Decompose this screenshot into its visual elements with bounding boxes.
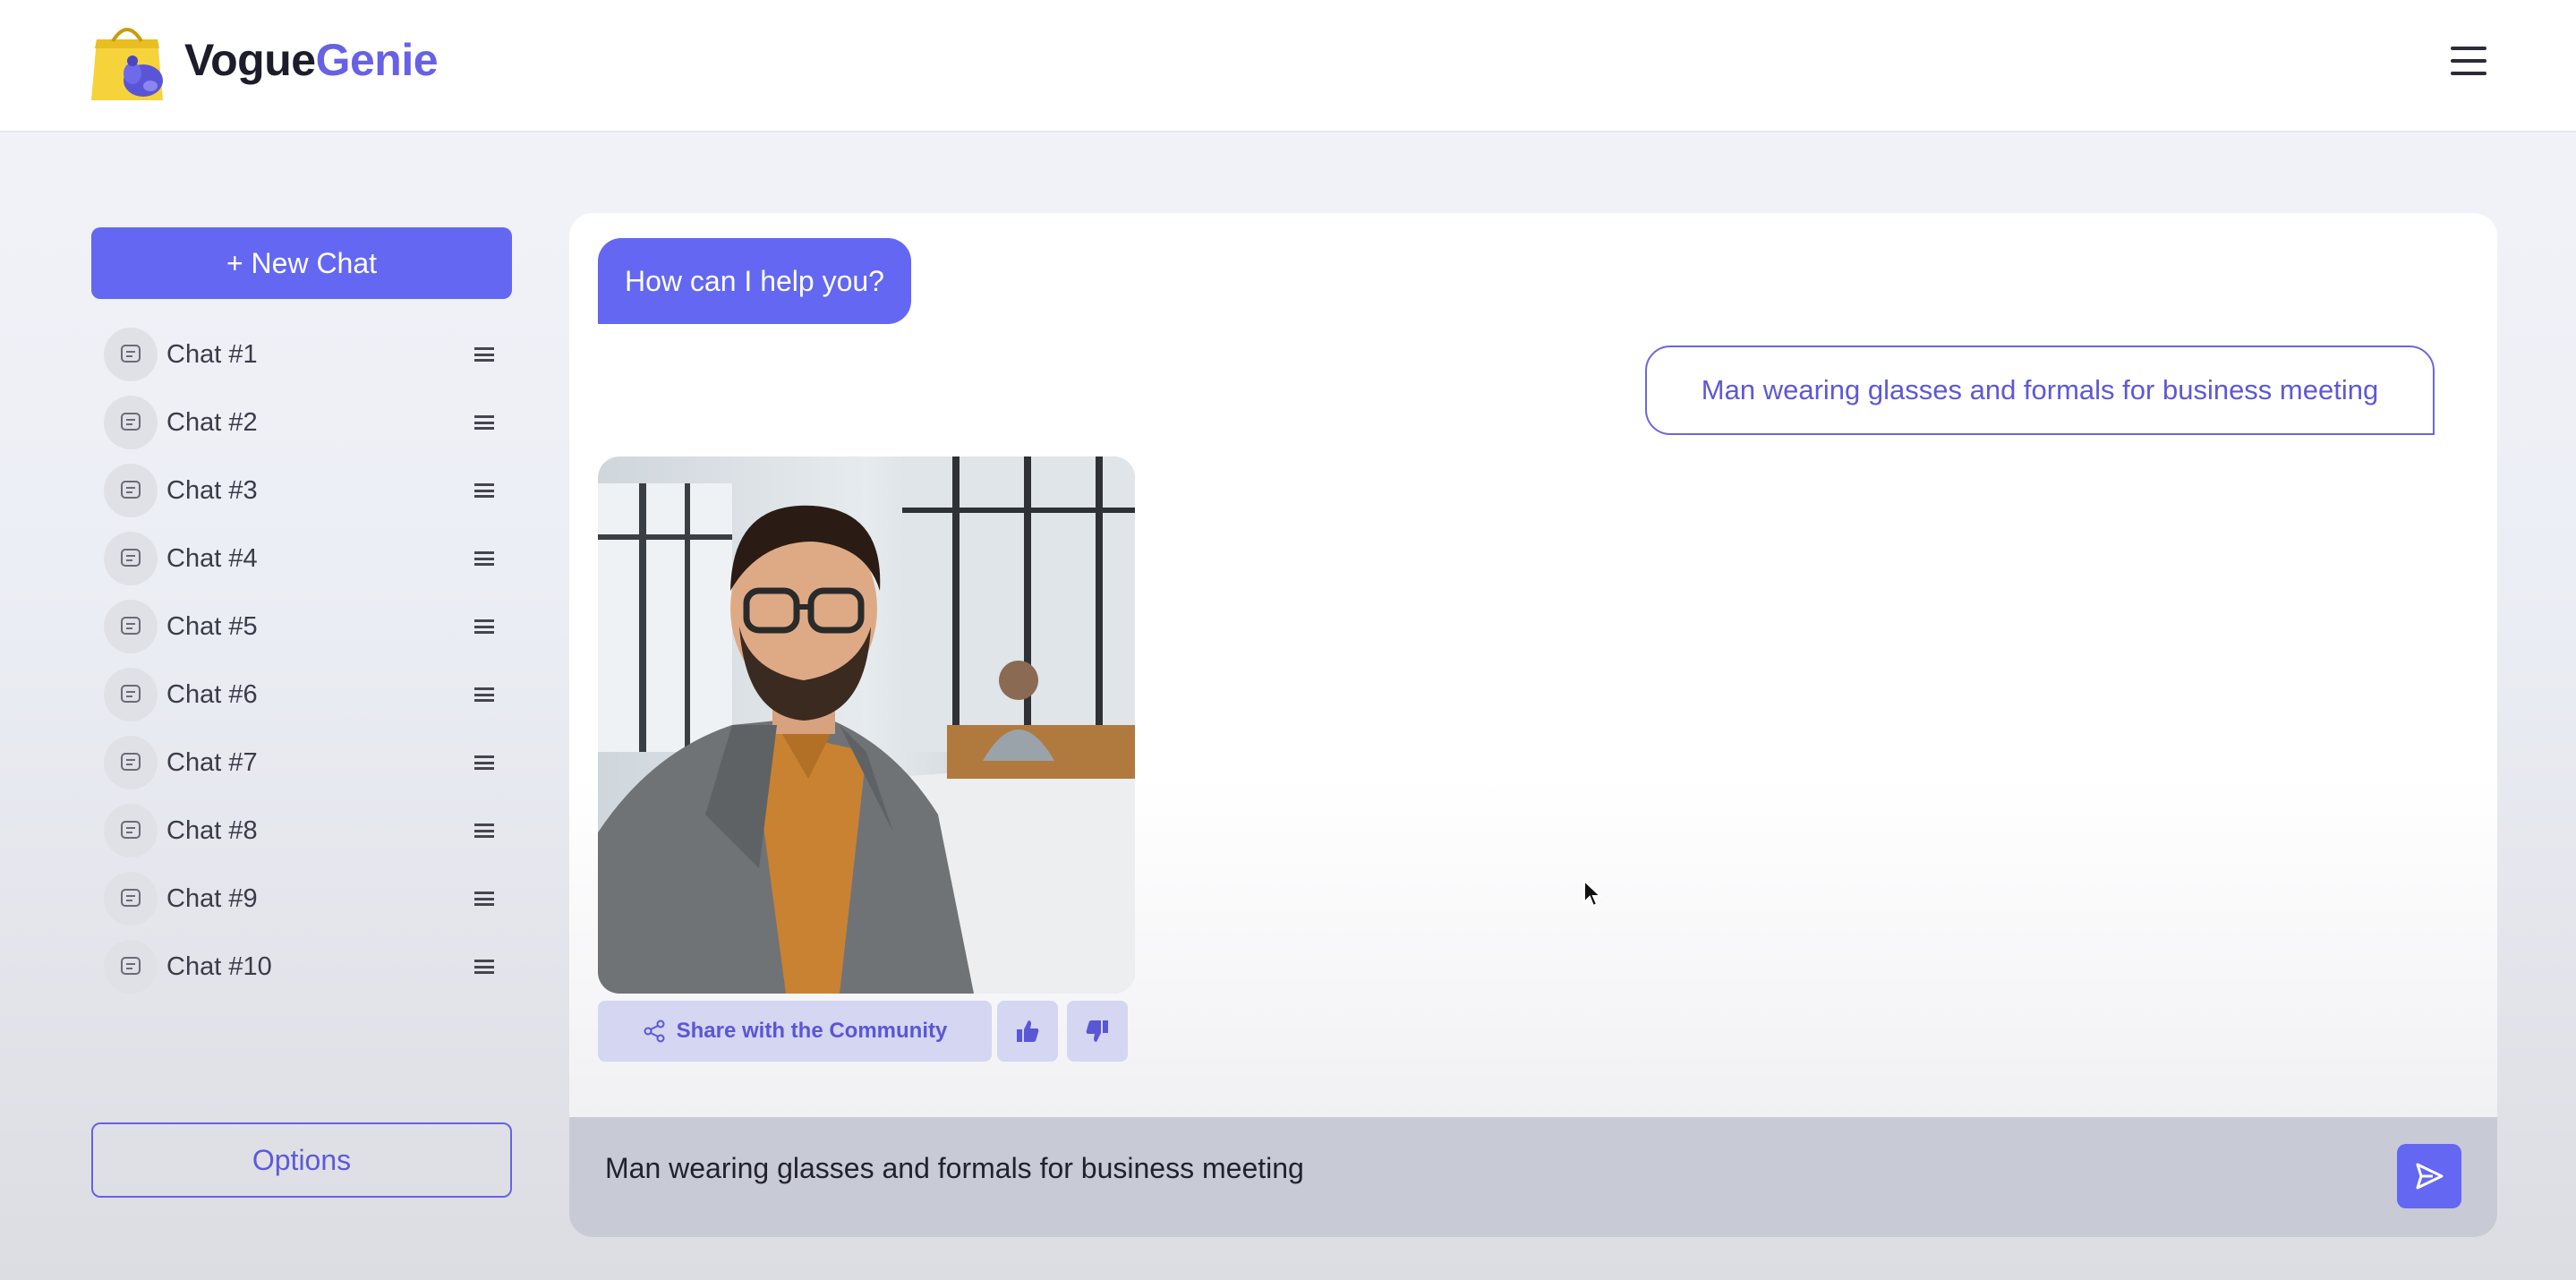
chat-item-menu-icon[interactable] xyxy=(474,960,494,974)
chat-list-item-label: Chat #4 xyxy=(166,543,258,573)
new-chat-button[interactable]: + New Chat xyxy=(91,227,512,299)
message-input[interactable] xyxy=(605,1137,2377,1199)
chat-list-item[interactable]: Chat #2 xyxy=(104,388,507,457)
send-button[interactable] xyxy=(2397,1144,2461,1208)
logo-icon[interactable] xyxy=(88,23,166,104)
chat-list-item-label: Chat #8 xyxy=(166,815,258,845)
chat-list-item[interactable]: Chat #4 xyxy=(104,525,507,593)
brand-name-part-2: Genie xyxy=(315,35,439,85)
chat-list-item[interactable]: Chat #9 xyxy=(104,865,507,933)
chat-list-item[interactable]: Chat #6 xyxy=(104,661,507,729)
brand-name[interactable]: VogueGenie xyxy=(184,34,439,86)
chat-bubble-icon xyxy=(104,872,158,926)
top-header: VogueGenie xyxy=(0,0,2576,132)
brand-name-part-1: Vogue xyxy=(184,35,316,85)
chat-list-item[interactable]: Chat #3 xyxy=(104,457,507,525)
chat-list-item[interactable]: Chat #5 xyxy=(104,593,507,661)
thumbs-up-icon xyxy=(1017,1020,1039,1042)
chat-item-menu-icon[interactable] xyxy=(474,415,494,430)
user-message: Man wearing glasses and formals for busi… xyxy=(1645,346,2435,435)
chat-item-menu-icon[interactable] xyxy=(474,823,494,838)
chat-list-item-label: Chat #1 xyxy=(166,339,258,369)
thumbs-down-button[interactable] xyxy=(1067,1001,1128,1062)
send-icon xyxy=(2416,1163,2444,1190)
generated-image[interactable] xyxy=(598,457,1135,994)
chat-bubble-icon xyxy=(104,328,158,381)
chat-item-menu-icon[interactable] xyxy=(474,347,494,362)
share-community-label: Share with the Community xyxy=(676,1019,948,1043)
chat-bubble-icon xyxy=(104,464,158,517)
options-button[interactable]: Options xyxy=(91,1122,512,1198)
chat-bubble-icon xyxy=(104,600,158,653)
chat-item-menu-icon[interactable] xyxy=(474,483,494,498)
chat-list-item-label: Chat #10 xyxy=(166,951,272,981)
chat-bubble-icon xyxy=(104,532,158,585)
message-composer xyxy=(569,1117,2497,1237)
share-icon xyxy=(644,1020,665,1043)
chat-list-item-label: Chat #2 xyxy=(166,407,258,437)
chat-history-list: Chat #1 Chat #2 Chat #3 Chat #4 Chat #5 xyxy=(104,320,507,1001)
bot-message: How can I help you? xyxy=(598,238,911,324)
chat-list-item-label: Chat #9 xyxy=(166,883,258,913)
chat-list-item[interactable]: Chat #7 xyxy=(104,729,507,797)
chat-list-item-label: Chat #7 xyxy=(166,747,258,777)
share-community-button[interactable]: Share with the Community xyxy=(598,1001,992,1062)
chat-bubble-icon xyxy=(104,736,158,789)
chat-list-item-label: Chat #3 xyxy=(166,475,258,505)
chat-item-menu-icon[interactable] xyxy=(474,687,494,702)
chat-item-menu-icon[interactable] xyxy=(474,551,494,566)
chat-bubble-icon xyxy=(104,804,158,858)
chat-bubble-icon xyxy=(104,940,158,994)
thumbs-down-icon xyxy=(1086,1020,1108,1042)
chat-bubble-icon xyxy=(104,668,158,721)
thumbs-up-button[interactable] xyxy=(997,1001,1058,1062)
chat-item-menu-icon[interactable] xyxy=(474,755,494,770)
chat-list-item-label: Chat #5 xyxy=(166,611,258,641)
chat-list-item[interactable]: Chat #10 xyxy=(104,933,507,1001)
mouse-cursor-icon xyxy=(1582,878,1604,909)
chat-panel: How can I help you? Man wearing glasses … xyxy=(569,213,2497,1237)
chat-list-item[interactable]: Chat #8 xyxy=(104,797,507,865)
chat-item-menu-icon[interactable] xyxy=(474,619,494,634)
chat-bubble-icon xyxy=(104,396,158,449)
chat-item-menu-icon[interactable] xyxy=(474,892,494,906)
chat-list-item[interactable]: Chat #1 xyxy=(104,320,507,388)
chat-list-item-label: Chat #6 xyxy=(166,679,258,709)
hamburger-menu-icon[interactable] xyxy=(2451,47,2486,82)
